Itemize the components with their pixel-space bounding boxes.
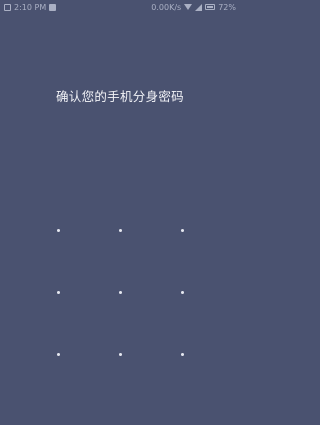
pattern-grid[interactable] [0, 0, 240, 425]
pattern-dot-3[interactable] [180, 228, 184, 232]
pattern-dot-6[interactable] [180, 290, 184, 294]
pattern-dot-5[interactable] [118, 290, 122, 294]
pattern-dot-8[interactable] [118, 352, 122, 356]
pattern-dot-9[interactable] [180, 352, 184, 356]
pattern-lock-screen: 2:10 PM 0.00K/s 72% 确认您的手机分身密码 [0, 0, 240, 425]
pattern-dot-1[interactable] [56, 228, 60, 232]
pattern-dot-4[interactable] [56, 290, 60, 294]
pattern-dot-2[interactable] [118, 228, 122, 232]
pattern-dot-7[interactable] [56, 352, 60, 356]
